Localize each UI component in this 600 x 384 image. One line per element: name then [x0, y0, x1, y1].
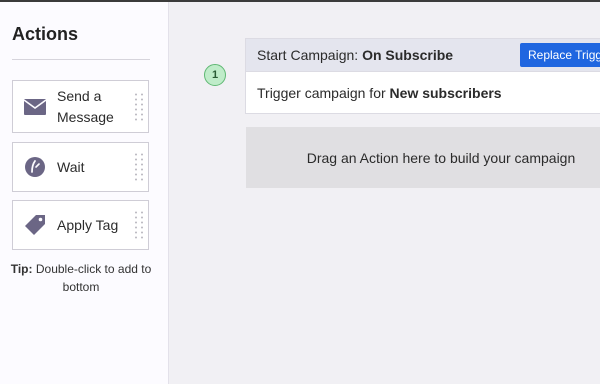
drop-zone-text: Drag an Action here to build your campai… — [306, 149, 576, 166]
trigger-body-value: New subscribers — [389, 85, 502, 101]
trigger-title-prefix: Start Campaign: — [257, 47, 359, 63]
action-wait[interactable]: Wait — [12, 142, 149, 192]
action-label-line1: Send a — [57, 88, 102, 104]
drag-handle-icon[interactable] — [135, 211, 144, 239]
action-label-apply-tag: Apply Tag — [57, 217, 119, 233]
tip-label: Tip: — [10, 262, 33, 276]
trigger-card[interactable]: Start Campaign: On Subscribe Replace Tri… — [245, 38, 600, 114]
trigger-body: Trigger campaign for New subscribers — [257, 85, 502, 101]
step-number-badge: 1 — [204, 64, 226, 86]
tip-text: Tip: Double-click to add to bottom — [6, 260, 156, 296]
trigger-title: Start Campaign: On Subscribe — [257, 47, 453, 63]
sidebar-divider — [12, 59, 150, 60]
action-label-line2: Message — [57, 109, 114, 125]
envelope-icon — [23, 95, 47, 119]
action-apply-tag[interactable]: Apply Tag — [12, 200, 149, 250]
trigger-title-value: On Subscribe — [362, 47, 454, 63]
sidebar-title: Actions — [12, 24, 79, 44]
tip-body: Double-click to add to bottom — [35, 262, 152, 294]
action-send-message[interactable]: Send a Message — [12, 80, 149, 133]
trigger-body-prefix: Trigger campaign for — [257, 85, 386, 101]
tag-icon — [23, 213, 47, 237]
drag-handle-icon[interactable] — [135, 93, 144, 120]
action-label-send-message: Send a Message — [57, 86, 114, 128]
clock-icon — [23, 155, 47, 179]
drag-handle-icon[interactable] — [135, 153, 144, 181]
trigger-header: Start Campaign: On Subscribe Replace Tri… — [246, 39, 600, 72]
actions-sidebar: Actions Send a Message Wait Apply Tag Ti… — [0, 2, 169, 384]
action-label-wait: Wait — [57, 159, 85, 175]
replace-trigger-button[interactable]: Replace Trigger — [520, 43, 600, 67]
action-drop-zone[interactable]: Drag an Action here to build your campai… — [246, 127, 600, 188]
